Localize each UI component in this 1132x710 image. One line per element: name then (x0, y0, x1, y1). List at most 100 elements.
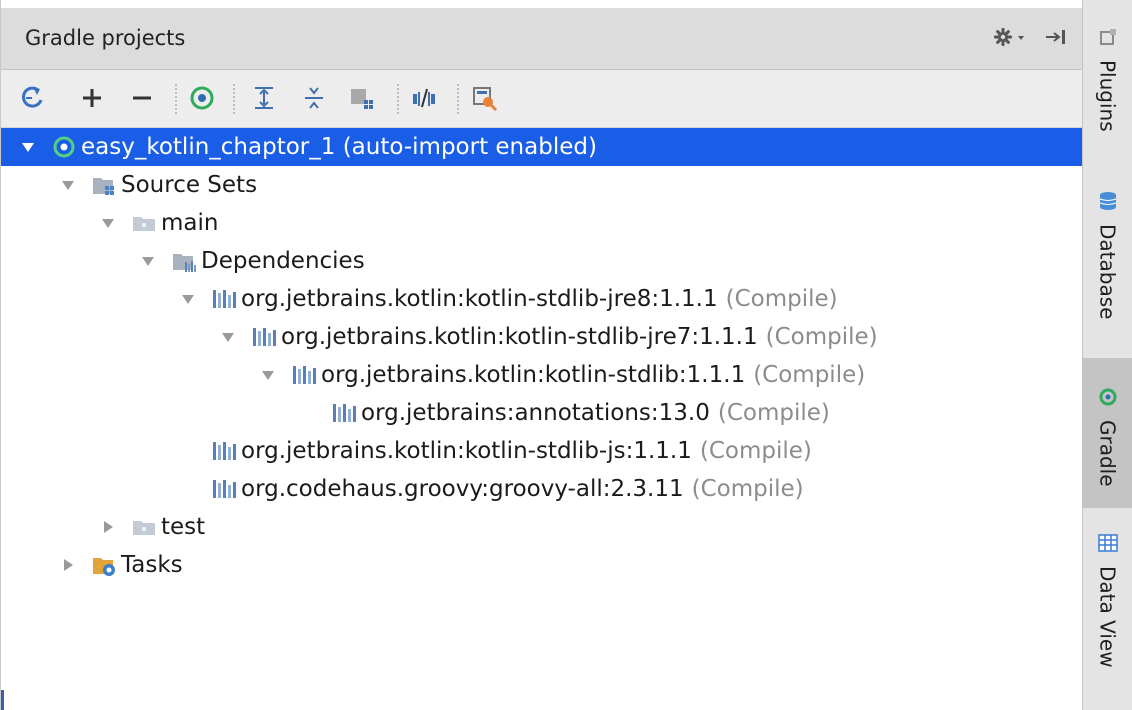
header-actions (993, 26, 1069, 52)
gradle-tool-window: Gradle projects easy_kotlin_chaptor_1 (a… (0, 0, 1132, 710)
edge-marker (1, 690, 4, 710)
gradle-projects-panel: Gradle projects easy_kotlin_chaptor_1 (a… (0, 0, 1083, 710)
collapse-all-icon (305, 87, 323, 109)
panel-title: Gradle projects (25, 26, 186, 50)
collapse-all-button[interactable] (297, 81, 331, 115)
sidebar-tab-label: Data View (1095, 566, 1120, 668)
gradle-icon (1097, 386, 1119, 412)
sidebar-tab-label: Gradle (1095, 420, 1120, 487)
tree-node-dependency[interactable]: org.jetbrains.kotlin:kotlin-stdlib:1.1.1… (1, 356, 1083, 394)
tree-node-label: Tasks (121, 552, 183, 578)
remove-project-button[interactable] (125, 81, 159, 115)
offline-mode-icon (413, 88, 435, 108)
plus-icon (83, 89, 101, 107)
expanded-arrow-icon[interactable] (17, 136, 39, 158)
toolbar-separator (457, 84, 459, 114)
tree-node-dependency[interactable]: org.jetbrains.kotlin:kotlin-stdlib-jre8:… (1, 280, 1083, 318)
dependencies-folder-icon (171, 248, 197, 274)
library-icon (291, 362, 317, 388)
tree-node-dependency[interactable]: org.codehaus.groovy:groovy-all:2.3.11 (C… (1, 470, 1083, 508)
gradle-project-icon (51, 134, 77, 160)
expand-all-icon (255, 87, 273, 109)
dependency-scope: (Compile) (753, 362, 866, 388)
tree-node-label: Dependencies (201, 248, 365, 274)
tree-node-dependency[interactable]: org.jetbrains.kotlin:kotlin-stdlib-js:1.… (1, 432, 1083, 470)
dependency-coordinate: org.jetbrains.kotlin:kotlin-stdlib-js:1.… (241, 438, 692, 464)
tree-node-project-root[interactable]: easy_kotlin_chaptor_1 (auto-import enabl… (1, 128, 1083, 166)
gradle-settings-button[interactable] (467, 81, 501, 115)
panel-header: Gradle projects (1, 8, 1083, 70)
project-tree: easy_kotlin_chaptor_1 (auto-import enabl… (1, 128, 1083, 584)
database-icon (1097, 190, 1119, 216)
execute-task-button[interactable] (185, 81, 219, 115)
dependency-coordinate: org.jetbrains.kotlin:kotlin-stdlib-jre7:… (281, 324, 758, 350)
library-icon (251, 324, 277, 350)
sidebar-tab-database[interactable]: Database (1083, 190, 1132, 319)
dependency-coordinate: org.jetbrains.kotlin:kotlin-stdlib:1.1.1 (321, 362, 746, 388)
tree-node-test[interactable]: test (1, 508, 1083, 546)
hide-panel-icon[interactable] (1043, 26, 1069, 52)
plugins-icon (1097, 26, 1119, 52)
tree-node-label: Source Sets (121, 172, 258, 198)
sidebar-tab-gradle[interactable]: Gradle (1083, 358, 1132, 508)
expanded-arrow-icon[interactable] (217, 326, 239, 348)
add-project-button[interactable] (75, 81, 109, 115)
group-modules-icon (351, 89, 373, 109)
tree-node-label: test (161, 514, 206, 540)
library-icon (331, 400, 357, 426)
expanded-arrow-icon[interactable] (57, 174, 79, 196)
collapsed-arrow-icon[interactable] (57, 554, 79, 576)
folder-icon (131, 210, 157, 236)
dependency-scope: (Compile) (699, 438, 812, 464)
dependency-scope: (Compile) (765, 324, 878, 350)
build-settings-icon (473, 87, 498, 112)
sidebar-tab-label: Database (1095, 224, 1120, 320)
tree-node-dependency[interactable]: org.jetbrains.kotlin:kotlin-stdlib-jre7:… (1, 318, 1083, 356)
expand-all-button[interactable] (247, 81, 281, 115)
right-tool-stripe: Plugins Database Gradle Data View (1082, 0, 1132, 710)
tree-node-main[interactable]: main (1, 204, 1083, 242)
source-sets-folder-icon (91, 172, 117, 198)
tree-node-label: main (161, 210, 219, 236)
toolbar-separator (175, 84, 177, 114)
tree-node-dependencies[interactable]: Dependencies (1, 242, 1083, 280)
folder-icon (131, 514, 157, 540)
collapsed-arrow-icon[interactable] (97, 516, 119, 538)
data-view-icon (1097, 532, 1119, 558)
dependency-coordinate: org.jetbrains:annotations:13.0 (361, 400, 710, 426)
toolbar-separator (397, 84, 399, 114)
sidebar-tab-label: Plugins (1095, 60, 1120, 132)
tree-node-source-sets[interactable]: Source Sets (1, 166, 1083, 204)
dependency-coordinate: org.codehaus.groovy:groovy-all:2.3.11 (241, 476, 684, 502)
group-modules-button[interactable] (345, 81, 379, 115)
dependency-scope: (Compile) (725, 286, 838, 312)
tree-node-tasks[interactable]: Tasks (1, 546, 1083, 584)
expanded-arrow-icon[interactable] (177, 288, 199, 310)
sidebar-tab-data-view[interactable]: Data View (1083, 532, 1132, 668)
gradle-run-icon (190, 86, 214, 110)
dependency-coordinate: org.jetbrains.kotlin:kotlin-stdlib-jre8:… (241, 286, 718, 312)
library-icon (211, 286, 237, 312)
panel-toolbar (1, 70, 1083, 128)
refresh-icon (22, 86, 43, 108)
dependency-scope: (Compile) (717, 400, 830, 426)
expanded-arrow-icon[interactable] (257, 364, 279, 386)
sidebar-tab-plugins[interactable]: Plugins (1083, 26, 1132, 132)
tree-node-label: easy_kotlin_chaptor_1 (auto-import enabl… (81, 134, 597, 160)
tasks-folder-icon (91, 552, 117, 578)
settings-icon[interactable] (993, 26, 1029, 52)
toolbar-separator (233, 84, 235, 114)
dependency-scope: (Compile) (691, 476, 804, 502)
library-icon (211, 438, 237, 464)
expanded-arrow-icon[interactable] (137, 250, 159, 272)
toggle-offline-button[interactable] (407, 81, 441, 115)
tree-node-dependency[interactable]: org.jetbrains:annotations:13.0 (Compile) (1, 394, 1083, 432)
refresh-all-projects-button[interactable] (15, 81, 49, 115)
top-gap (1, 0, 1083, 8)
library-icon (211, 476, 237, 502)
expanded-arrow-icon[interactable] (97, 212, 119, 234)
minus-icon (133, 96, 151, 100)
